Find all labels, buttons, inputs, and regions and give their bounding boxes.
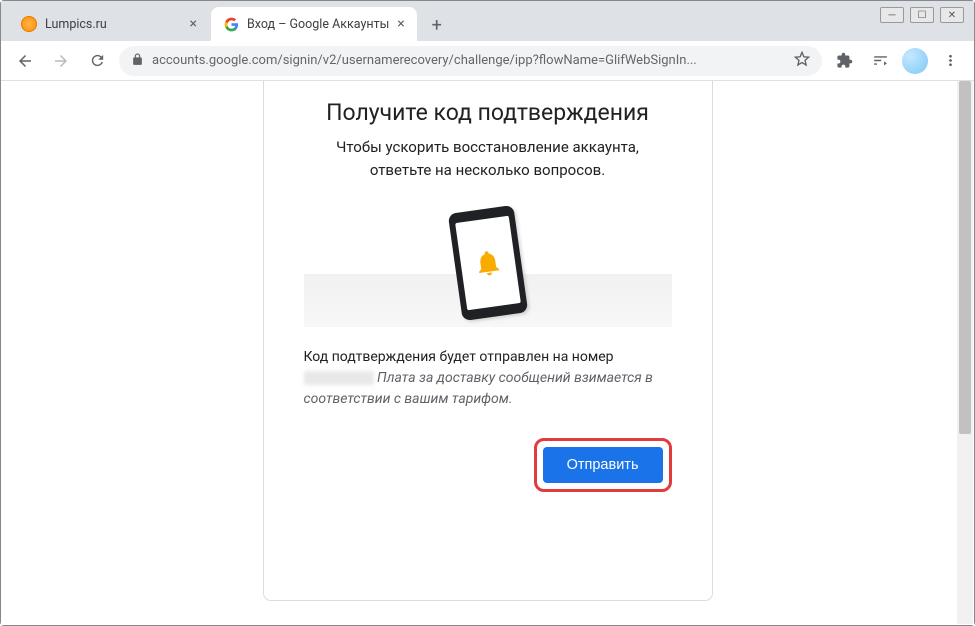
verification-card: Получите код подтверждения Чтобы ускорит… [263, 81, 713, 601]
extensions-button[interactable] [830, 47, 858, 75]
tab-close-icon[interactable]: × [190, 16, 197, 32]
arrow-right-icon [52, 52, 70, 70]
tab-google-signin[interactable]: Вход – Google Аккаунты × [211, 7, 417, 41]
menu-button[interactable] [936, 47, 964, 75]
tab-title: Вход – Google Аккаунты [247, 17, 389, 32]
phone-illustration [304, 209, 672, 327]
tab-close-icon[interactable]: × [397, 16, 404, 32]
page-viewport: Получите код подтверждения Чтобы ускорит… [1, 81, 974, 625]
window-maximize-button[interactable]: ☐ [910, 7, 934, 23]
submit-button[interactable]: Отправить [543, 447, 663, 483]
arrow-left-icon [16, 52, 34, 70]
google-favicon-icon [223, 16, 239, 32]
bookmark-star-icon[interactable] [794, 51, 810, 71]
info-text: Код подтверждения будет отправлен на ном… [304, 347, 672, 410]
submit-highlight: Отправить [534, 438, 672, 492]
tab-title: Lumpics.ru [45, 17, 182, 32]
address-bar[interactable]: accounts.google.com/signin/v2/usernamere… [119, 46, 822, 76]
music-note-icon [872, 52, 889, 69]
back-button[interactable] [11, 47, 39, 75]
url-text: accounts.google.com/signin/v2/usernamere… [152, 53, 786, 68]
tab-strip: Lumpics.ru × Вход – Google Аккаунты × + [1, 1, 974, 41]
dots-vertical-icon [942, 52, 959, 69]
new-tab-button[interactable]: + [423, 11, 451, 39]
reload-button[interactable] [83, 47, 111, 75]
browser-toolbar: accounts.google.com/signin/v2/usernamere… [1, 41, 974, 81]
media-control-button[interactable] [866, 47, 894, 75]
page-subheading: Чтобы ускорить восстановление аккаунта, … [304, 136, 672, 181]
puzzle-icon [836, 52, 853, 69]
profile-avatar[interactable] [902, 48, 928, 74]
scrollbar-thumb[interactable] [959, 81, 971, 434]
scrollbar[interactable] [957, 81, 973, 624]
forward-button[interactable] [47, 47, 75, 75]
window-close-button[interactable]: ✕ [940, 7, 964, 23]
window-minimize-button[interactable]: ─ [880, 7, 904, 23]
tab-lumpics[interactable]: Lumpics.ru × [9, 7, 209, 41]
lock-icon [131, 53, 144, 69]
bell-icon [470, 244, 504, 282]
page-title: Получите код подтверждения [304, 99, 672, 126]
redacted-phone [304, 371, 374, 385]
reload-icon [89, 52, 106, 69]
lumpics-favicon-icon [21, 16, 37, 32]
